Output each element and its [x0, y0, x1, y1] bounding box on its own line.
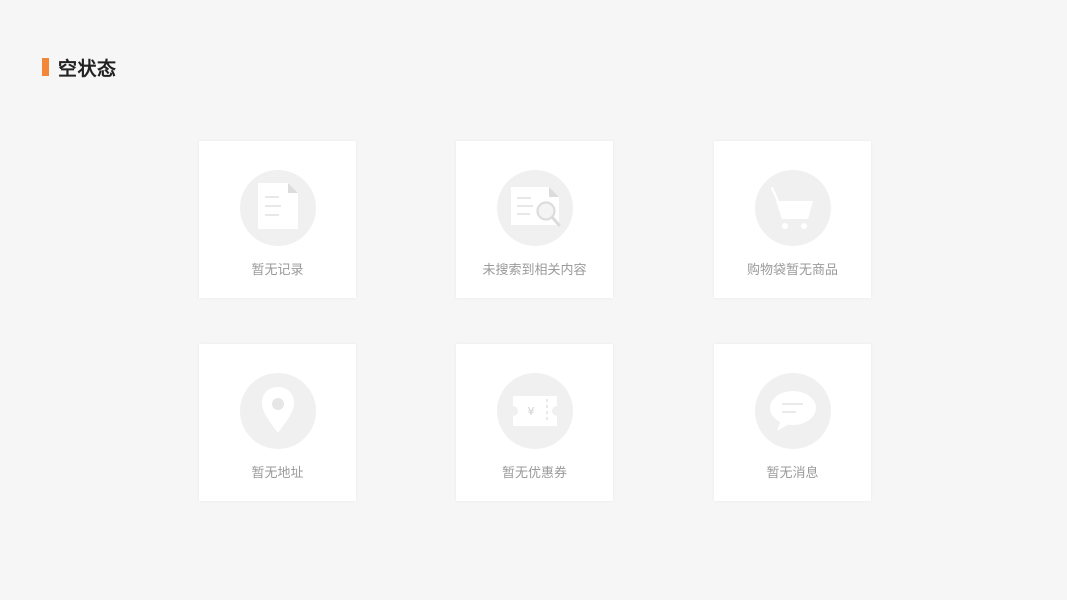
document-icon — [240, 170, 316, 246]
empty-card-no-address: 暂无地址 — [199, 344, 356, 501]
empty-card-empty-cart: 购物袋暂无商品 — [714, 141, 871, 298]
card-label: 暂无优惠券 — [501, 466, 567, 481]
empty-card-no-records: 暂无记录 — [199, 141, 356, 298]
card-label: 未搜索到相关内容 — [482, 263, 587, 278]
empty-card-no-coupons: ¥ 暂无优惠券 — [456, 344, 613, 501]
empty-card-no-messages: 暂无消息 — [714, 344, 871, 501]
coupon-icon: ¥ — [497, 373, 573, 449]
shopping-cart-icon — [755, 170, 831, 246]
chat-bubble-icon — [755, 373, 831, 449]
header-accent-bar — [42, 58, 49, 76]
empty-card-no-search-results: 未搜索到相关内容 — [456, 141, 613, 298]
page-title: 空状态 — [58, 57, 117, 80]
card-label: 暂无消息 — [766, 466, 819, 481]
coupon-currency-symbol: ¥ — [528, 405, 535, 418]
location-pin-icon — [240, 373, 316, 449]
card-label: 暂无地址 — [251, 466, 304, 481]
card-label: 暂无记录 — [251, 263, 304, 278]
search-document-icon — [497, 170, 573, 246]
card-label: 购物袋暂无商品 — [746, 263, 838, 278]
section-header: 空状态 — [42, 55, 117, 80]
